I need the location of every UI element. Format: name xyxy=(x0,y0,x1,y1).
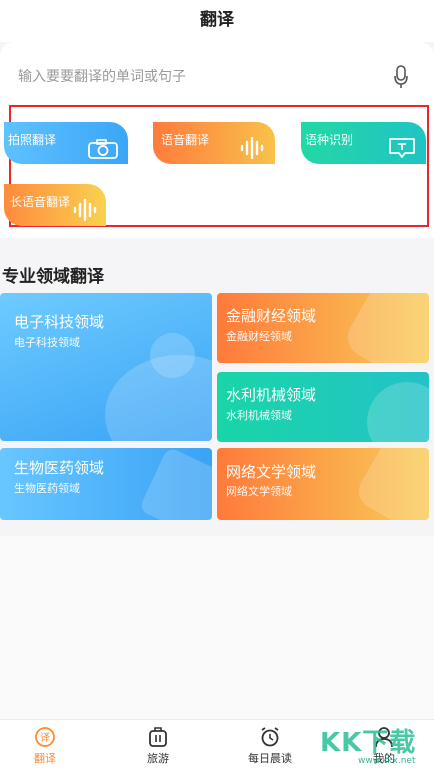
photo-translate-label: 拍照翻译 xyxy=(8,133,57,147)
field-card-finance[interactable]: 金融财经领域 金融财经领域 xyxy=(217,293,429,363)
field-subtitle: 电子科技领域 xyxy=(14,336,80,349)
field-name: 电子科技领域 xyxy=(14,313,105,331)
decorative-wave xyxy=(367,382,429,442)
luggage-icon xyxy=(149,727,167,747)
svg-text:译: 译 xyxy=(40,732,50,744)
alarm-clock-icon xyxy=(261,727,279,747)
language-detect-label: 语种识别 xyxy=(305,133,354,147)
translate-icon: 译 xyxy=(35,727,55,747)
field-name: 水利机械领域 xyxy=(226,386,317,404)
tab-translate[interactable]: 译 翻译 xyxy=(5,720,85,772)
field-name: 生物医药领域 xyxy=(14,459,105,477)
field-name: 网络文学领域 xyxy=(226,463,317,481)
field-subtitle: 水利机械领域 xyxy=(226,409,292,422)
decorative-stripe xyxy=(352,448,429,520)
watermark-logo: KK下载 www.kkx.net xyxy=(318,722,430,768)
watermark-text: KK下载 xyxy=(320,728,417,758)
search-input[interactable]: 输入要要翻译的单词或句子 xyxy=(18,62,418,92)
microphone-icon[interactable] xyxy=(394,65,408,89)
tab-label: 每日晨读 xyxy=(248,752,292,765)
decorative-stripe xyxy=(138,448,212,520)
decorative-bubble xyxy=(150,333,195,378)
text-bubble-icon xyxy=(389,138,415,158)
long-voice-translate-label: 长语音翻译 xyxy=(10,195,71,209)
section-title: 专业领域翻译 xyxy=(2,267,104,287)
field-subtitle: 网络文学领域 xyxy=(226,485,292,498)
camera-icon xyxy=(88,139,118,159)
field-name: 金融财经领域 xyxy=(226,307,317,325)
field-card-water-machinery[interactable]: 水利机械领域 水利机械领域 xyxy=(217,372,429,442)
tab-travel[interactable]: 旅游 xyxy=(118,720,198,772)
watermark-url: www.kkx.net xyxy=(358,756,416,766)
long-voice-translate-button[interactable]: 长语音翻译 xyxy=(4,184,106,226)
decorative-stripe xyxy=(340,293,429,363)
field-card-biomedicine[interactable]: 生物医药领域 生物医药领域 xyxy=(0,448,212,520)
tab-daily-reading[interactable]: 每日晨读 xyxy=(230,720,310,772)
page-title: 翻译 xyxy=(200,10,234,30)
top-bar: 翻译 xyxy=(0,0,434,42)
voice-translate-label: 语音翻译 xyxy=(161,133,210,147)
field-subtitle: 生物医药领域 xyxy=(14,482,80,495)
search-placeholder: 输入要要翻译的单词或句子 xyxy=(18,69,186,85)
language-detect-button[interactable]: 语种识别 xyxy=(301,122,426,164)
photo-translate-button[interactable]: 拍照翻译 xyxy=(4,122,128,164)
field-subtitle: 金融财经领域 xyxy=(226,330,292,343)
sound-wave-icon xyxy=(73,199,97,221)
field-card-web-literature[interactable]: 网络文学领域 网络文学领域 xyxy=(217,448,429,520)
sound-wave-icon xyxy=(240,137,264,159)
field-card-electronics[interactable]: 电子科技领域 电子科技领域 xyxy=(0,293,212,441)
tab-label: 翻译 xyxy=(34,752,56,765)
empty-content-area xyxy=(0,536,434,719)
voice-translate-button[interactable]: 语音翻译 xyxy=(153,122,275,164)
tab-label: 旅游 xyxy=(147,752,169,765)
